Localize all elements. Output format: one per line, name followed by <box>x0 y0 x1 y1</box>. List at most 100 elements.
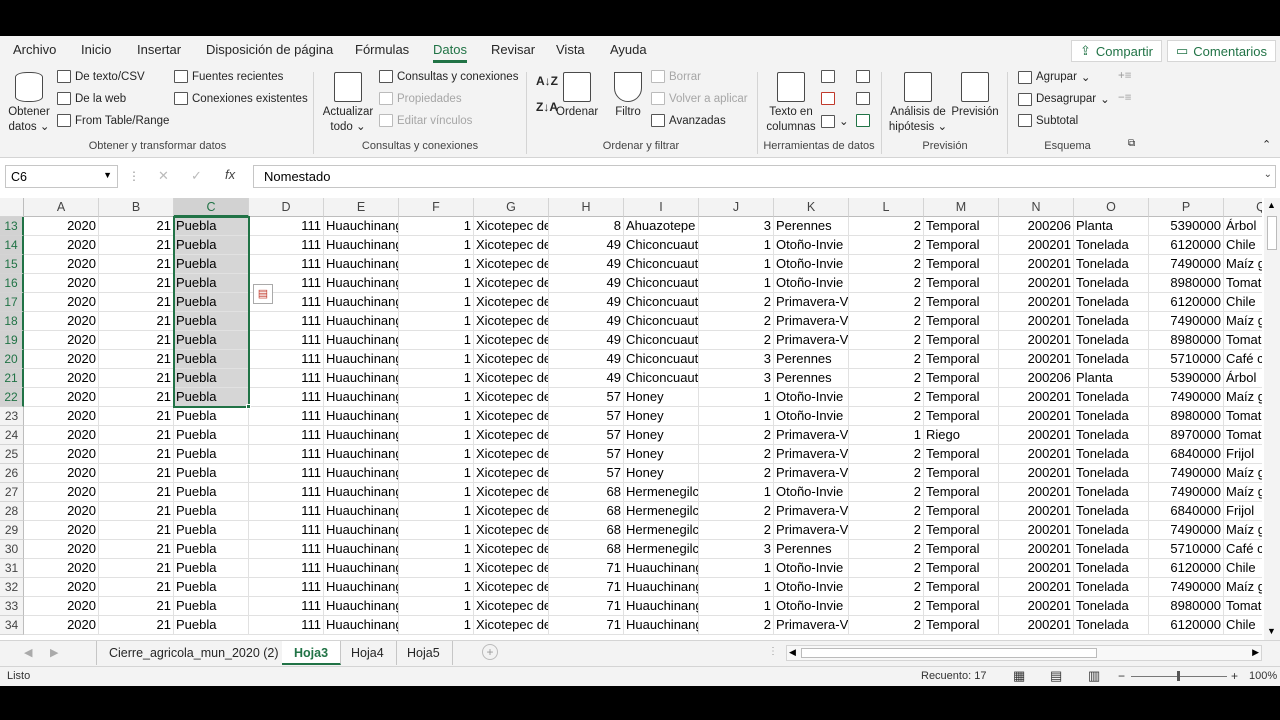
select-all-corner[interactable] <box>0 198 24 217</box>
cell[interactable]: 111 <box>249 464 324 483</box>
sheet-tab-hoja5[interactable]: Hoja5 <box>395 641 453 665</box>
cell[interactable]: Chiconcuaut <box>624 312 699 331</box>
cell[interactable]: Xicotepec de <box>474 559 549 578</box>
cell[interactable]: 57 <box>549 388 624 407</box>
esquema-launcher[interactable]: ⧉ <box>1128 138 1135 149</box>
cell[interactable]: 21 <box>99 274 174 293</box>
row-header[interactable]: 17 <box>0 293 24 312</box>
cell[interactable]: Puebla <box>174 464 249 483</box>
cell[interactable]: 6840000 <box>1149 445 1224 464</box>
cell[interactable]: 111 <box>249 350 324 369</box>
tab-inicio[interactable]: Inicio <box>81 42 111 57</box>
cell[interactable]: Chiconcuaut <box>624 236 699 255</box>
row-header[interactable]: 28 <box>0 502 24 521</box>
cell[interactable]: 6120000 <box>1149 236 1224 255</box>
cell[interactable]: Puebla <box>174 369 249 388</box>
cell[interactable]: 2 <box>849 217 924 236</box>
cell[interactable]: Puebla <box>174 255 249 274</box>
cell[interactable]: 200201 <box>999 559 1074 578</box>
cell[interactable]: Puebla <box>174 483 249 502</box>
page-break-icon[interactable]: ▥ <box>1088 668 1100 684</box>
cell[interactable]: 21 <box>99 483 174 502</box>
cell[interactable]: Tomat <box>1224 407 1262 426</box>
cell[interactable]: 8 <box>549 217 624 236</box>
row-header[interactable]: 25 <box>0 445 24 464</box>
cell[interactable]: 49 <box>549 350 624 369</box>
cell[interactable]: Primavera-V <box>774 464 849 483</box>
cell[interactable]: 8980000 <box>1149 274 1224 293</box>
borrar-button[interactable]: Borrar <box>651 70 701 83</box>
cell[interactable]: Puebla <box>174 217 249 236</box>
cell[interactable]: 200201 <box>999 502 1074 521</box>
cell[interactable]: 1 <box>399 293 474 312</box>
cell[interactable]: Huauchinang <box>324 331 399 350</box>
add-sheet-button[interactable]: + <box>482 644 498 660</box>
cell[interactable]: 2020 <box>24 312 99 331</box>
cell[interactable]: Tonelada <box>1074 293 1149 312</box>
zoom-in-icon[interactable]: + <box>1231 669 1238 683</box>
cell[interactable]: 1 <box>399 350 474 369</box>
cell[interactable]: 1 <box>699 407 774 426</box>
cell[interactable]: 2 <box>849 502 924 521</box>
cell[interactable]: Temporal <box>924 407 999 426</box>
row-header[interactable]: 31 <box>0 559 24 578</box>
remove-duplicates-button[interactable] <box>821 92 835 105</box>
cell[interactable]: Tonelada <box>1074 407 1149 426</box>
row-header[interactable]: 26 <box>0 464 24 483</box>
cell[interactable]: 71 <box>549 616 624 635</box>
cell[interactable]: Xicotepec de <box>474 293 549 312</box>
cell[interactable]: 57 <box>549 445 624 464</box>
cell[interactable]: 21 <box>99 559 174 578</box>
cell[interactable]: Tonelada <box>1074 445 1149 464</box>
cell[interactable]: 2020 <box>24 426 99 445</box>
propiedades-button[interactable]: Propiedades <box>379 92 462 105</box>
cell[interactable]: 21 <box>99 388 174 407</box>
cell[interactable]: Tomat <box>1224 331 1262 350</box>
quick-analysis-icon[interactable]: ▤ <box>253 284 273 304</box>
collapse-ribbon-button[interactable]: ⌃ <box>1262 138 1271 151</box>
cell[interactable]: 49 <box>549 255 624 274</box>
tab-archivo[interactable]: Archivo <box>13 42 56 57</box>
row-header[interactable]: 22 <box>0 388 24 407</box>
cell[interactable]: Otoño-Invie <box>774 407 849 426</box>
cell[interactable]: Chiconcuaut <box>624 350 699 369</box>
cell[interactable]: 2020 <box>24 217 99 236</box>
cell[interactable]: 2 <box>849 483 924 502</box>
zoom-out-icon[interactable]: − <box>1118 669 1125 683</box>
cell[interactable]: Otoño-Invie <box>774 388 849 407</box>
cell[interactable]: Tonelada <box>1074 312 1149 331</box>
cell[interactable]: Primavera-V <box>774 331 849 350</box>
scroll-right-icon[interactable]: ▶ <box>1252 647 1259 658</box>
cell[interactable]: Puebla <box>174 502 249 521</box>
cell[interactable]: 200206 <box>999 217 1074 236</box>
row-header[interactable]: 18 <box>0 312 24 331</box>
comments-button[interactable]: ▭ Comentarios <box>1167 40 1276 62</box>
cell[interactable]: Tonelada <box>1074 559 1149 578</box>
cell[interactable]: 1 <box>849 426 924 445</box>
cell[interactable]: 2 <box>849 350 924 369</box>
cell[interactable]: Huauchinang <box>324 578 399 597</box>
tab-formulas[interactable]: Fórmulas <box>355 42 409 57</box>
cell[interactable]: 2 <box>849 597 924 616</box>
cell[interactable]: 2 <box>849 559 924 578</box>
cell[interactable]: Huauchinang <box>324 369 399 388</box>
cell[interactable]: 2 <box>699 312 774 331</box>
cell[interactable]: 200201 <box>999 350 1074 369</box>
cell[interactable]: Chiconcuaut <box>624 255 699 274</box>
cell[interactable]: Xicotepec de <box>474 407 549 426</box>
cell[interactable]: 2 <box>849 540 924 559</box>
cell[interactable]: Xicotepec de <box>474 236 549 255</box>
cell[interactable]: 200201 <box>999 521 1074 540</box>
cell[interactable]: 111 <box>249 597 324 616</box>
cell[interactable]: 1 <box>399 464 474 483</box>
cell[interactable]: 21 <box>99 217 174 236</box>
cell[interactable]: Tonelada <box>1074 274 1149 293</box>
cell[interactable]: 2020 <box>24 236 99 255</box>
cell[interactable]: Planta <box>1074 217 1149 236</box>
cell[interactable]: 8980000 <box>1149 597 1224 616</box>
cell[interactable]: 111 <box>249 483 324 502</box>
cell[interactable]: 111 <box>249 407 324 426</box>
cell[interactable]: Temporal <box>924 616 999 635</box>
cell[interactable]: 21 <box>99 255 174 274</box>
cell[interactable]: 21 <box>99 236 174 255</box>
